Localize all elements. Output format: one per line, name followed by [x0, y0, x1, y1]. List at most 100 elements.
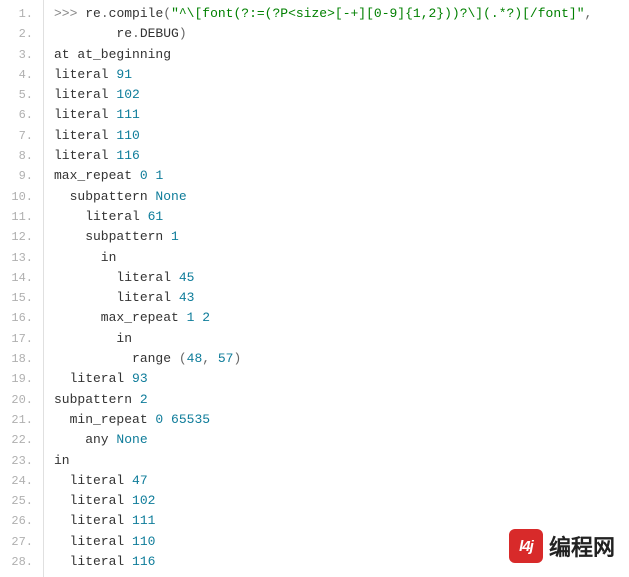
line-number: 18. [0, 349, 43, 369]
code-line: subpattern None [54, 187, 629, 207]
code-token: literal [54, 554, 132, 569]
code-token: max_repeat [54, 310, 187, 325]
line-number: 8. [0, 146, 43, 166]
code-token: 116 [116, 148, 139, 163]
code-line: min_repeat 0 65535 [54, 410, 629, 430]
code-token: ( [163, 6, 171, 21]
watermark-logo-icon: l4j [509, 529, 543, 563]
code-token: . [101, 6, 109, 21]
code-token: DEBUG [140, 26, 179, 41]
code-token: 45 [179, 270, 195, 285]
code-token: literal [54, 107, 116, 122]
code-token: literal [54, 371, 132, 386]
line-number: 9. [0, 166, 43, 186]
code-token: 2 [202, 310, 210, 325]
line-number: 3. [0, 45, 43, 65]
line-number: 24. [0, 471, 43, 491]
code-line: any None [54, 430, 629, 450]
code-line: in [54, 329, 629, 349]
code-token [163, 412, 171, 427]
line-number: 1. [0, 4, 43, 24]
code-line: >>> re.compile("^\[font(?:=(?P<size>[-+]… [54, 4, 629, 24]
code-line: literal 116 [54, 146, 629, 166]
code-token: literal [54, 493, 132, 508]
code-token: max_repeat [54, 168, 140, 183]
code-line: literal 43 [54, 288, 629, 308]
watermark-label: 编程网 [549, 530, 615, 562]
line-number: 23. [0, 451, 43, 471]
code-token: subpattern [54, 392, 140, 407]
line-number: 20. [0, 390, 43, 410]
line-number: 6. [0, 105, 43, 125]
code-token: subpattern [54, 189, 155, 204]
code-line: in [54, 451, 629, 471]
code-line: literal 110 [54, 126, 629, 146]
code-area: >>> re.compile("^\[font(?:=(?P<size>[-+]… [44, 0, 629, 577]
code-token: 43 [179, 290, 195, 305]
code-token: "^\[font(?:=(?P<size>[-+][0-9]{1,2}))?\]… [171, 6, 584, 21]
code-token: any [54, 432, 116, 447]
line-number: 12. [0, 227, 43, 247]
line-number: 11. [0, 207, 43, 227]
code-token: ( [179, 351, 187, 366]
line-number: 14. [0, 268, 43, 288]
code-token: . [132, 26, 140, 41]
code-token: 110 [116, 128, 139, 143]
code-token: literal [54, 534, 132, 549]
code-token: re [54, 26, 132, 41]
code-line: at at_beginning [54, 45, 629, 65]
code-line: literal 102 [54, 491, 629, 511]
code-line: re.DEBUG) [54, 24, 629, 44]
line-number: 21. [0, 410, 43, 430]
code-token: ) [233, 351, 241, 366]
code-line: in [54, 248, 629, 268]
code-token: at at_beginning [54, 47, 171, 62]
code-token: 110 [132, 534, 155, 549]
code-token: 93 [132, 371, 148, 386]
code-token: in [54, 331, 132, 346]
code-token: 102 [132, 493, 155, 508]
code-token: 57 [218, 351, 234, 366]
line-number: 22. [0, 430, 43, 450]
line-number: 19. [0, 369, 43, 389]
code-line: subpattern 1 [54, 227, 629, 247]
code-token: literal [54, 87, 116, 102]
code-token: literal [54, 513, 132, 528]
code-token: min_repeat [54, 412, 155, 427]
code-token: ) [179, 26, 187, 41]
code-token: None [155, 189, 186, 204]
code-line: max_repeat 1 2 [54, 308, 629, 328]
line-number: 5. [0, 85, 43, 105]
code-token: re [85, 6, 101, 21]
code-line: max_repeat 0 1 [54, 166, 629, 186]
code-line: subpattern 2 [54, 390, 629, 410]
code-token: 1 [155, 168, 163, 183]
line-number: 26. [0, 511, 43, 531]
code-token: in [54, 250, 116, 265]
code-line: literal 61 [54, 207, 629, 227]
code-token: literal [54, 290, 179, 305]
line-number: 17. [0, 329, 43, 349]
line-number: 16. [0, 308, 43, 328]
code-line: literal 102 [54, 85, 629, 105]
line-number: 15. [0, 288, 43, 308]
code-token: literal [54, 473, 132, 488]
code-block: 1.2.3.4.5.6.7.8.9.10.11.12.13.14.15.16.1… [0, 0, 629, 577]
code-token: 47 [132, 473, 148, 488]
code-token: 116 [132, 554, 155, 569]
line-number: 27. [0, 532, 43, 552]
code-token: None [116, 432, 147, 447]
line-number: 2. [0, 24, 43, 44]
code-token: 65535 [171, 412, 210, 427]
code-token: , [585, 6, 593, 21]
code-token: range [54, 351, 179, 366]
code-token: literal [54, 67, 116, 82]
code-token: 102 [116, 87, 139, 102]
line-number: 4. [0, 65, 43, 85]
code-token: in [54, 453, 70, 468]
code-token: literal [54, 128, 116, 143]
code-line: range (48, 57) [54, 349, 629, 369]
watermark: l4j 编程网 [509, 529, 615, 563]
line-number: 13. [0, 248, 43, 268]
line-number: 25. [0, 491, 43, 511]
